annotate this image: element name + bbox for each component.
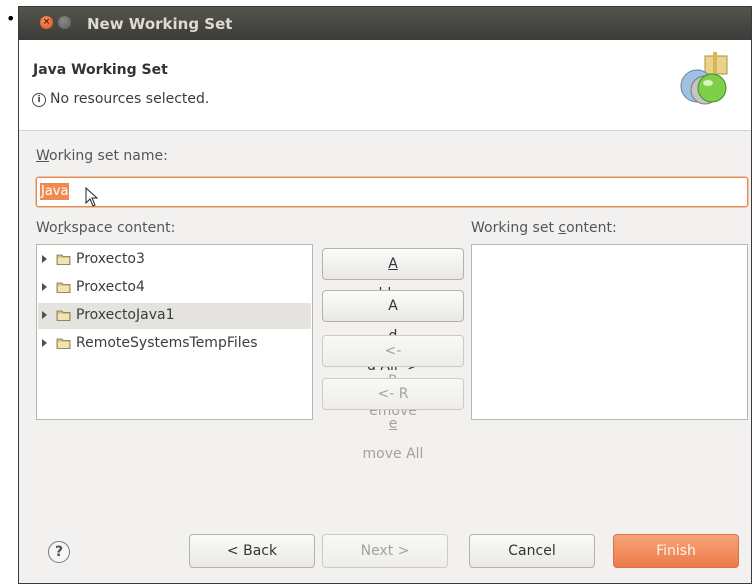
finish-button[interactable]: Finish bbox=[613, 534, 739, 568]
window-title: New Working Set bbox=[87, 15, 233, 33]
expand-arrow-icon[interactable] bbox=[42, 339, 47, 347]
wizard-header: Java Working Set i No resources selected. bbox=[19, 40, 751, 131]
add-button[interactable]: Add -> bbox=[322, 248, 464, 302]
add-all-button[interactable]: Add All -> bbox=[322, 290, 464, 374]
remove-button[interactable]: <- Remove bbox=[322, 335, 464, 419]
status-message-text: No resources selected. bbox=[50, 91, 210, 107]
close-icon[interactable]: × bbox=[40, 16, 53, 29]
status-message: i No resources selected. bbox=[32, 91, 209, 107]
tree-item-proxectojava1[interactable]: ProxectoJava1 bbox=[38, 303, 311, 329]
working-set-wizard-icon bbox=[680, 52, 728, 105]
working-set-name-value: Java bbox=[40, 183, 70, 200]
workspace-content-label: Workspace content: bbox=[36, 220, 176, 236]
tree-item-proxecto3[interactable]: Proxecto3 bbox=[38, 247, 311, 273]
workspace-content-tree[interactable]: Proxecto3 Proxecto4 ProxectoJava1 Remote… bbox=[36, 244, 313, 420]
tree-item-remotesystemstempfiles[interactable]: RemoteSystemsTempFiles bbox=[38, 331, 311, 357]
working-set-name-input[interactable]: Java bbox=[36, 177, 748, 207]
next-button[interactable]: Next > bbox=[322, 534, 448, 568]
minimize-icon[interactable] bbox=[58, 16, 71, 29]
mouse-pointer-icon bbox=[85, 187, 99, 207]
folder-icon bbox=[56, 338, 71, 349]
expand-arrow-icon[interactable] bbox=[42, 255, 47, 263]
list-bullet: • bbox=[6, 9, 16, 28]
page-title: Java Working Set bbox=[33, 62, 168, 78]
expand-arrow-icon[interactable] bbox=[42, 311, 47, 319]
working-set-name-label: Working set name: bbox=[36, 148, 168, 164]
back-button[interactable]: < Back bbox=[189, 534, 315, 568]
tree-item-proxecto4[interactable]: Proxecto4 bbox=[38, 275, 311, 301]
project-folder-icon bbox=[56, 282, 71, 293]
project-folder-icon bbox=[56, 310, 71, 321]
info-icon: i bbox=[32, 93, 46, 107]
remove-all-button[interactable]: <- Re move All bbox=[322, 378, 464, 462]
working-set-content-label: Working set content: bbox=[471, 220, 617, 236]
working-set-content-list[interactable] bbox=[471, 244, 748, 420]
expand-arrow-icon[interactable] bbox=[42, 283, 47, 291]
project-folder-icon bbox=[56, 254, 71, 265]
help-icon[interactable]: ? bbox=[48, 541, 70, 563]
new-working-set-dialog: × New Working Set Java Working Set i No r… bbox=[18, 6, 752, 584]
cancel-button[interactable]: Cancel bbox=[469, 534, 595, 568]
title-bar[interactable]: × New Working Set bbox=[19, 7, 751, 40]
